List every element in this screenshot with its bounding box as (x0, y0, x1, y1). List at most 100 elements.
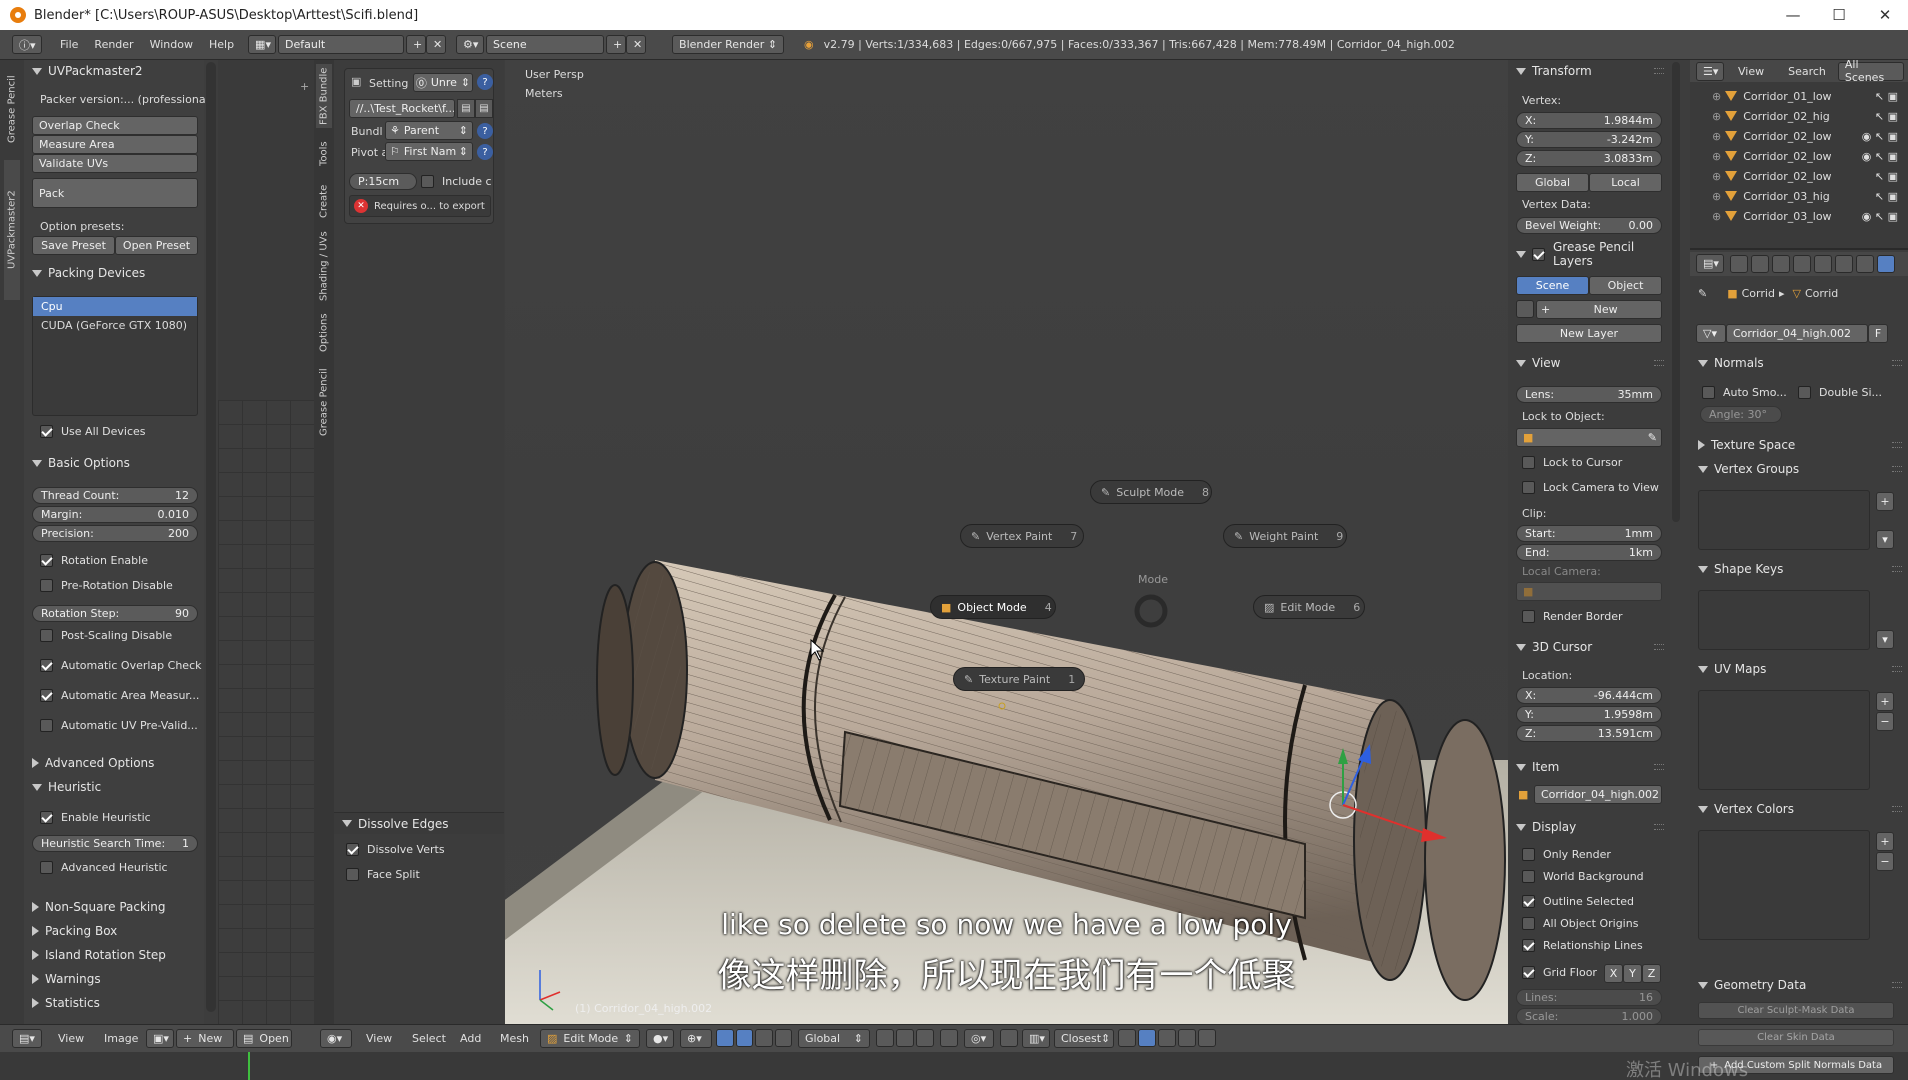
normals-header[interactable]: Normals (1690, 352, 1908, 374)
dissolve-edges-header[interactable]: Dissolve Edges (334, 812, 504, 834)
clip-start-field[interactable]: Start: 1mm (1516, 525, 1662, 542)
export-path-field[interactable]: //..\Test_Rocket\f... (349, 99, 455, 118)
advanced-options-header[interactable]: Advanced Options (24, 752, 204, 774)
pin-icon[interactable]: ✎ (1698, 287, 1707, 300)
outliner-row[interactable]: ⊕ Corridor_02_low ◉ ↖ ▣ (1690, 146, 1908, 166)
scene-add-icon[interactable]: + (606, 35, 627, 54)
double-sided-checkbox[interactable]: Double Si... (1798, 386, 1882, 399)
outliner-row[interactable]: ⊕ Corridor_01_low ↖ ▣ (1690, 86, 1908, 106)
gp-object-toggle[interactable]: Object (1589, 276, 1662, 295)
outliner-row[interactable]: ⊕ Corridor_02_low ◉ ↖ ▣ (1690, 126, 1908, 146)
fake-user-toggle[interactable]: F (1868, 324, 1888, 343)
image-view-menu[interactable]: View (50, 1032, 92, 1045)
padding-field[interactable]: P:15cm (349, 173, 417, 190)
outliner-row[interactable]: ⊕ Corridor_02_hig ↖ ▣ (1690, 106, 1908, 126)
help-icon[interactable]: ? (477, 74, 493, 90)
3d-view-menu[interactable]: View (358, 1032, 400, 1045)
opengl-render-icon[interactable] (1178, 1029, 1196, 1047)
current-frame-marker[interactable] (248, 1052, 250, 1080)
vertex-color-remove-button[interactable]: − (1876, 852, 1894, 871)
shape-key-menu-button[interactable]: ▾ (1876, 630, 1894, 649)
render-engine-select[interactable]: Blender Render ⇕ (672, 35, 785, 54)
scene-remove-icon[interactable]: ✕ (626, 35, 647, 54)
shape-keys-list[interactable] (1698, 590, 1870, 650)
editor-type-info-icon[interactable]: ⓘ▾ (12, 35, 42, 54)
menu-help[interactable]: Help (201, 38, 242, 51)
gp-layers-checkbox[interactable] (1532, 247, 1553, 261)
lens-field[interactable]: Lens: 35mm (1516, 386, 1662, 403)
mesh-browse-icon[interactable]: ▽▾ (1696, 324, 1726, 343)
island-rotation-header[interactable]: Island Rotation Step (24, 944, 204, 966)
menu-file[interactable]: File (52, 38, 86, 51)
bundle-help-icon[interactable]: ? (477, 123, 493, 139)
tab-tools[interactable]: Tools (316, 134, 332, 174)
pie-sculpt-mode[interactable]: ✎ Sculpt Mode 8 (1090, 480, 1212, 504)
bevel-weight-field[interactable]: Bevel Weight: 0.00 (1516, 217, 1662, 234)
rotation-step-field[interactable]: Rotation Step: 90 (32, 605, 198, 622)
vertex-select-icon[interactable] (876, 1029, 894, 1047)
mesh-name-field[interactable]: Corridor_04_high.002 (1726, 324, 1868, 343)
tab-fbx-bundle[interactable]: FBX Bundle (316, 64, 332, 128)
auto-smooth-checkbox[interactable]: Auto Smo... (1702, 386, 1787, 399)
overlap-check-button[interactable]: Overlap Check (32, 116, 198, 135)
save-preset-button[interactable]: Save Preset (32, 236, 115, 255)
pack-button[interactable]: Pack (32, 178, 198, 208)
world-bg-checkbox[interactable]: World Background (1522, 870, 1644, 883)
device-cuda[interactable]: CUDA (GeForce GTX 1080) (33, 316, 197, 335)
vertex-colors-list[interactable] (1698, 830, 1870, 940)
vertex-colors-header[interactable]: Vertex Colors (1690, 798, 1908, 820)
tab-shading-uvs[interactable]: Shading / UVs (316, 228, 332, 304)
layout-add-icon[interactable]: + (406, 35, 427, 54)
3d-view-type-icon[interactable]: ◉▾ (320, 1029, 352, 1048)
folder-icon[interactable]: ▤ (457, 99, 475, 118)
occlude-geometry-icon[interactable] (940, 1029, 958, 1047)
outliner-display-select[interactable]: All Scenes (1837, 58, 1904, 84)
close-button[interactable]: ✕ (1862, 0, 1908, 30)
only-render-checkbox[interactable]: Only Render (1522, 848, 1611, 861)
statistics-header[interactable]: Statistics (24, 992, 204, 1014)
snap-align-icon[interactable] (1118, 1029, 1136, 1047)
auto-overlap-checkbox[interactable]: Automatic Overlap Check (40, 659, 201, 672)
angle-field[interactable]: Angle: 30° (1700, 406, 1782, 423)
pie-object-mode[interactable]: ■ Object Mode 4 (930, 595, 1056, 619)
image-browse-icon[interactable]: ▣▾ (146, 1029, 174, 1048)
3d-mesh-menu[interactable]: Mesh (492, 1032, 537, 1045)
enable-heuristic-checkbox[interactable]: Enable Heuristic (40, 811, 151, 824)
unreal-select[interactable]: ⓪ Unre ⇕ (413, 73, 473, 92)
pie-texture-paint[interactable]: ✎ Texture Paint 1 (953, 667, 1085, 691)
rotation-enable-checkbox[interactable]: Rotation Enable (40, 554, 148, 567)
thread-count-field[interactable]: Thread Count: 12 (32, 487, 198, 504)
3d-viewport[interactable]: User Persp Meters Mode ✎ Sculpt Mode 8 ✎… (505, 60, 1508, 1024)
n-panel-scrollbar[interactable] (1672, 62, 1680, 522)
tab-grease-pencil-tools[interactable]: Grease Pencil (316, 362, 332, 442)
cursor-z-field[interactable]: Z: 13.591cm (1516, 725, 1662, 742)
snap-self-icon[interactable] (1138, 1029, 1156, 1047)
grid-y-toggle[interactable]: Y (1623, 964, 1642, 983)
face-select-icon[interactable] (916, 1029, 934, 1047)
gp-scene-toggle[interactable]: Scene (1516, 276, 1589, 295)
lock-object-field[interactable]: ■ ✎ (1516, 428, 1662, 447)
open-preset-button[interactable]: Open Preset (115, 236, 198, 255)
image-editor-type-icon[interactable]: ▤▾ (12, 1029, 42, 1048)
scale-icon[interactable] (774, 1029, 792, 1047)
face-split-checkbox[interactable]: Face Split (346, 868, 420, 881)
modifiers-tab-icon[interactable] (1856, 255, 1874, 273)
lock-cursor-checkbox[interactable]: Lock to Cursor (1522, 456, 1622, 469)
maximize-button[interactable]: ☐ (1816, 0, 1862, 30)
lock-camera-checkbox[interactable]: Lock Camera to View (1522, 481, 1659, 494)
shading-select-icon[interactable]: ●▾ (646, 1029, 674, 1048)
new-layer-button[interactable]: New Layer (1516, 324, 1662, 343)
clear-sculpt-mask-button[interactable]: Clear Sculpt-Mask Data (1698, 1002, 1894, 1019)
cursor-x-field[interactable]: X: -96.444cm (1516, 687, 1662, 704)
image-open-button[interactable]: ▤ Open (236, 1029, 292, 1048)
uv-map-remove-button[interactable]: − (1876, 712, 1894, 731)
local-camera-field[interactable]: ■ (1516, 582, 1662, 601)
auto-area-checkbox[interactable]: Automatic Area Measur... (40, 689, 199, 702)
transform-header[interactable]: Transform (1508, 60, 1670, 82)
3d-select-menu[interactable]: Select (404, 1032, 454, 1045)
world-tab-icon[interactable] (1793, 255, 1811, 273)
data-tab-icon[interactable] (1877, 255, 1895, 273)
3d-cursor-header[interactable]: 3D Cursor (1508, 636, 1670, 658)
device-cpu[interactable]: Cpu (33, 297, 197, 316)
dissolve-verts-checkbox[interactable]: Dissolve Verts (346, 843, 445, 856)
